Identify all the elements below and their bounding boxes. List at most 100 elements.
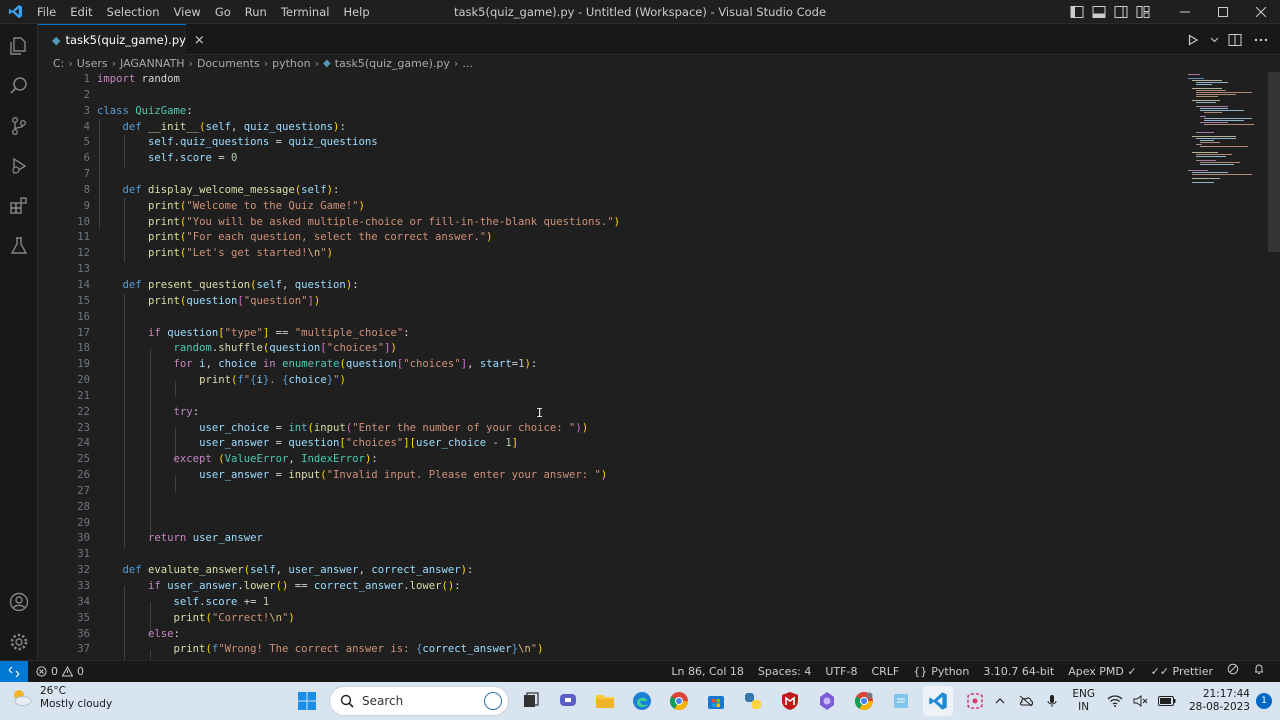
speaker-muted-icon[interactable] [1131,686,1151,716]
wifi-icon[interactable] [1105,686,1125,716]
indentation[interactable]: Spaces: 4 [751,661,818,683]
run-debug-icon[interactable] [0,146,38,186]
line-number: 25 [77,453,90,466]
more-actions-icon[interactable] [1250,29,1272,51]
run-python-file-icon[interactable] [1182,29,1204,51]
line-number: 5 [83,136,90,149]
weather-widget[interactable]: 26°C Mostly cloudy [8,685,112,711]
code-line: if question["type"] == "multiple_choice"… [148,326,410,339]
show-hidden-icons-chevron-up-icon[interactable] [990,686,1010,716]
manage-gear-icon[interactable] [0,622,38,662]
line-number: 36 [77,627,90,640]
breadcrumb: C: › Users › JAGANNATH › Documents › python ›… [38,55,1280,72]
breadcrumb-item[interactable]: Documents [197,57,260,70]
line-number: 7 [83,168,90,181]
code-lines[interactable]: import random class QuizGame: def __init… [97,72,620,658]
chrome-profile-icon[interactable] [849,686,879,716]
python-file-icon: ◆ [52,33,61,47]
code-editor[interactable]: 1 2 3 4 5 6 7 8 9 10 11 12 13 14 15 16 1… [38,72,1280,660]
breadcrumb-item[interactable]: JAGANNATH [120,57,185,70]
prettier[interactable]: ✓✓ Prettier [1144,661,1220,683]
editor-tab-bar: ◆ task5(quiz_game).py × [38,24,1280,55]
split-editor-icon[interactable] [1224,29,1246,51]
menu-run[interactable]: Run [238,0,274,24]
remote-window-icon[interactable] [0,660,28,683]
toggle-primary-sidebar-icon[interactable] [1066,0,1088,24]
notifications-bell-icon[interactable] [1246,661,1272,683]
apex-pmd[interactable]: Apex PMD ✓ [1061,661,1143,683]
snipping-tool-icon[interactable] [960,686,990,716]
menu-file[interactable]: File [30,0,63,24]
menu-go[interactable]: Go [208,0,238,24]
end-of-line[interactable]: CRLF [864,661,906,683]
vertical-scrollbar[interactable] [1268,72,1280,252]
line-number: 34 [77,595,90,608]
system-clock[interactable]: 21:17:44 28-08-2023 [1189,688,1250,714]
accounts-icon[interactable] [0,582,38,622]
python-idle-icon[interactable] [738,686,768,716]
notification-badge[interactable]: 1 [1256,693,1272,709]
menu-help[interactable]: Help [336,0,376,24]
edge-browser-icon[interactable] [627,686,657,716]
code-line: print("Welcome to the Quiz Game!") [148,199,365,212]
chat-teams-icon[interactable] [553,686,583,716]
taskbar-search-input[interactable]: Search [329,686,509,716]
close-window-button[interactable] [1242,0,1280,24]
source-control-icon[interactable] [0,106,38,146]
encoding[interactable]: UTF-8 [818,661,864,683]
text-cursor-ibeam-icon: I [536,406,544,420]
task-view-icon[interactable] [516,686,546,716]
chrome-browser-icon[interactable] [664,686,694,716]
maximize-button[interactable] [1204,0,1242,24]
line-number: 30 [77,532,90,545]
battery-icon[interactable] [1157,686,1177,716]
toggle-panel-icon[interactable] [1088,0,1110,24]
explorer-icon[interactable] [0,26,38,66]
breadcrumb-item[interactable]: Users [77,57,108,70]
python-file-icon: ◆ [323,58,331,69]
clock-date: 28-08-2023 [1188,701,1250,713]
onedrive-cloud-icon[interactable] [1016,686,1036,716]
breadcrumb-item[interactable]: ... [462,57,473,70]
mcafee-shield-icon[interactable] [775,686,805,716]
customize-layout-icon[interactable] [1132,0,1154,24]
cursor-position[interactable]: Ln 86, Col 18 [664,661,751,683]
toggle-secondary-sidebar-icon[interactable] [1110,0,1132,24]
copilot-app-icon[interactable] [812,686,842,716]
vscode-taskbar-icon[interactable] [923,686,953,716]
breadcrumb-item[interactable]: task5(quiz_game).py [335,57,450,70]
tab-task5-quiz-game[interactable]: ◆ task5(quiz_game).py × [38,24,205,55]
file-explorer-icon[interactable] [590,686,620,716]
python-interpreter[interactable]: 3.10.7 64-bit [976,661,1061,683]
close-tab-icon[interactable]: × [194,33,205,48]
double-check-icon: ✓✓ [1150,665,1170,678]
testing-icon[interactable] [0,226,38,266]
menu-edit[interactable]: Edit [63,0,99,24]
extensions-icon[interactable] [0,186,38,226]
start-windows-icon[interactable] [292,686,322,716]
feedback-icon[interactable] [1220,661,1246,683]
microphone-icon[interactable] [1042,686,1062,716]
problems-indicator[interactable]: 0 0 [28,665,84,678]
minimize-button[interactable] [1166,0,1204,24]
breadcrumb-item[interactable]: python [272,57,310,70]
menu-selection[interactable]: Selection [100,0,167,24]
minimap[interactable] [1188,72,1258,192]
code-line: print("You will be asked multiple-choice… [148,215,621,228]
notepad-app-icon[interactable] [886,686,916,716]
search-icon[interactable] [0,66,38,106]
language-mode[interactable]: {} Python [906,661,976,683]
run-options-chevron-down-icon[interactable] [1208,29,1220,51]
menu-terminal[interactable]: Terminal [274,0,337,24]
code-line: self.quiz_questions = quiz_questions [148,136,378,149]
partly-cloudy-icon [14,690,32,706]
breadcrumb-item[interactable]: C: [53,57,64,70]
menu-view[interactable]: View [167,0,208,24]
language-indicator[interactable]: ENG IN [1072,688,1095,714]
line-number: 1 [83,73,90,85]
microsoft-store-icon[interactable] [701,686,731,716]
line-number: 22 [77,405,90,418]
